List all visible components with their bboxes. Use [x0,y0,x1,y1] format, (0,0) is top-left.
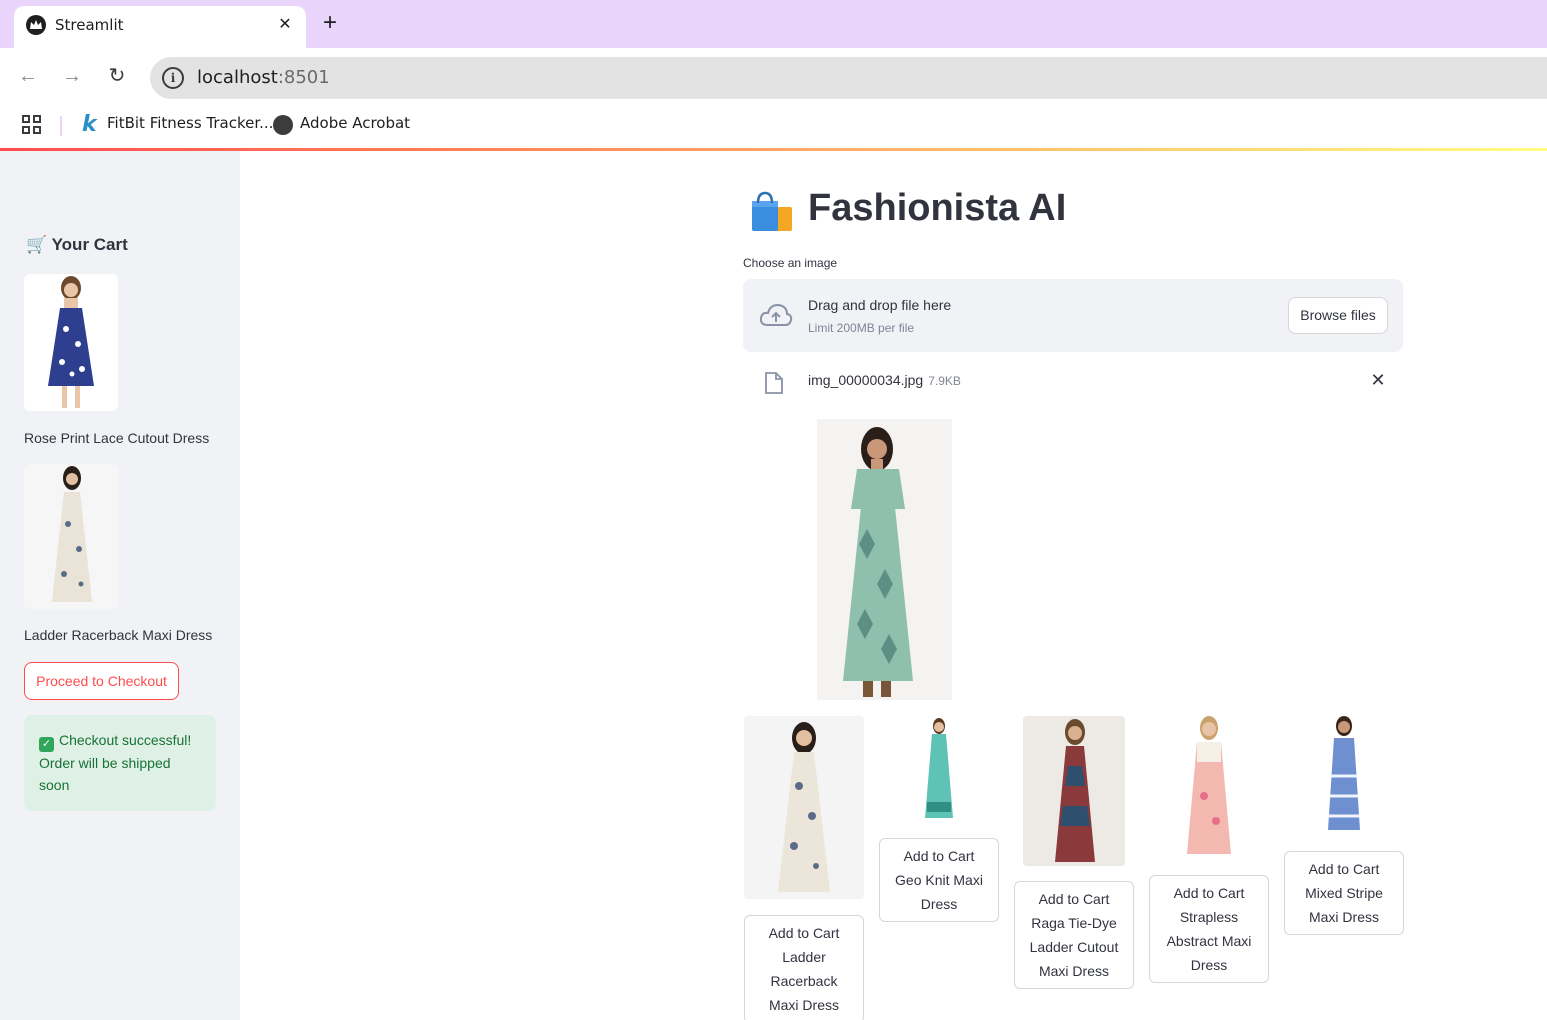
recommendation-image [744,716,864,899]
address-bar[interactable]: i localhost:8501 [150,57,1547,99]
globe-icon [273,115,293,135]
url-text: localhost:8501 [197,67,330,88]
bookmark-adobe-acrobat[interactable]: Adobe Acrobat [300,114,410,132]
site-info-icon[interactable]: i [162,67,184,89]
checkout-success-alert: ✓ Checkout successful! Order will be ship… [24,715,216,811]
dropzone-limit: Limit 200MB per file [808,321,915,335]
browser-tab-strip: Streamlit ✕ + [0,0,1547,48]
remove-file-icon[interactable]: ✕ [1368,370,1388,390]
bookmarks-bar: k FitBit Fitness Tracker... Adobe Acroba… [0,104,1547,148]
add-to-cart-button[interactable]: Add to Cart Strapless Abstract Maxi Dres… [1149,875,1269,983]
browser-toolbar: ← → ↻ i localhost:8501 [0,48,1547,104]
page-title: Fashionista AI [808,187,1067,229]
shopping-bags-icon [750,191,794,233]
add-to-cart-button[interactable]: Add to Cart Raga Tie-Dye Ladder Cutout M… [1014,881,1134,989]
cart-heading: 🛒 Your Cart [26,235,128,254]
recommendation-image [1159,716,1259,859]
check-mark-icon: ✓ [39,737,54,752]
cloud-upload-icon [759,303,793,326]
uploaded-file-row: img_00000034.jpg 7.9KB ✕ [743,364,1403,398]
uploader-label: Choose an image [743,256,838,270]
recommendation-image [879,716,999,822]
add-to-cart-button[interactable]: Add to Cart Ladder Racerback Maxi Dress [744,915,864,1020]
tab-title: Streamlit [55,16,124,34]
recommendation-image [1023,716,1125,866]
browser-tab[interactable]: Streamlit ✕ [14,6,306,48]
proceed-to-checkout-button[interactable]: Proceed to Checkout [24,662,179,700]
close-tab-icon[interactable]: ✕ [274,14,296,36]
cart-item-image [24,274,118,411]
streamlit-crown-icon [26,15,46,35]
cart-item-image [24,464,118,609]
file-icon [765,372,783,394]
apps-grid-icon[interactable] [22,115,42,135]
cart-item-name: Ladder Racerback Maxi Dress [24,627,213,643]
dropzone-instructions: Drag and drop file here [808,297,952,313]
back-arrow-icon[interactable]: ← [15,63,41,89]
file-dropzone[interactable]: Drag and drop file here Limit 200MB per … [743,279,1403,352]
main-content: Fashionista AI Choose an image Drag and … [240,151,1547,1020]
add-to-cart-button[interactable]: Add to Cart Mixed Stripe Maxi Dress [1284,851,1404,935]
forward-arrow-icon[interactable]: → [59,63,85,89]
shopping-cart-icon: 🛒 [26,235,48,254]
recommendation-image [1294,716,1394,836]
cart-item-name: Rose Print Lace Cutout Dress [24,430,210,446]
uploaded-file-size: 7.9KB [928,374,961,388]
sidebar: 🛒 Your Cart Rose Print Lace Cutout Dress… [0,151,240,1020]
bookmark-separator [60,116,62,136]
kaggle-icon: k [82,112,97,137]
add-to-cart-button[interactable]: Add to Cart Geo Knit Maxi Dress [879,838,999,922]
reload-icon[interactable]: ↻ [104,63,130,89]
uploaded-image-preview [817,419,952,700]
browse-files-button[interactable]: Browse files [1288,297,1388,334]
uploaded-file-name: img_00000034.jpg 7.9KB [808,372,961,388]
new-tab-plus-icon[interactable]: + [318,11,342,36]
bookmark-fitbit[interactable]: FitBit Fitness Tracker... [107,114,273,132]
